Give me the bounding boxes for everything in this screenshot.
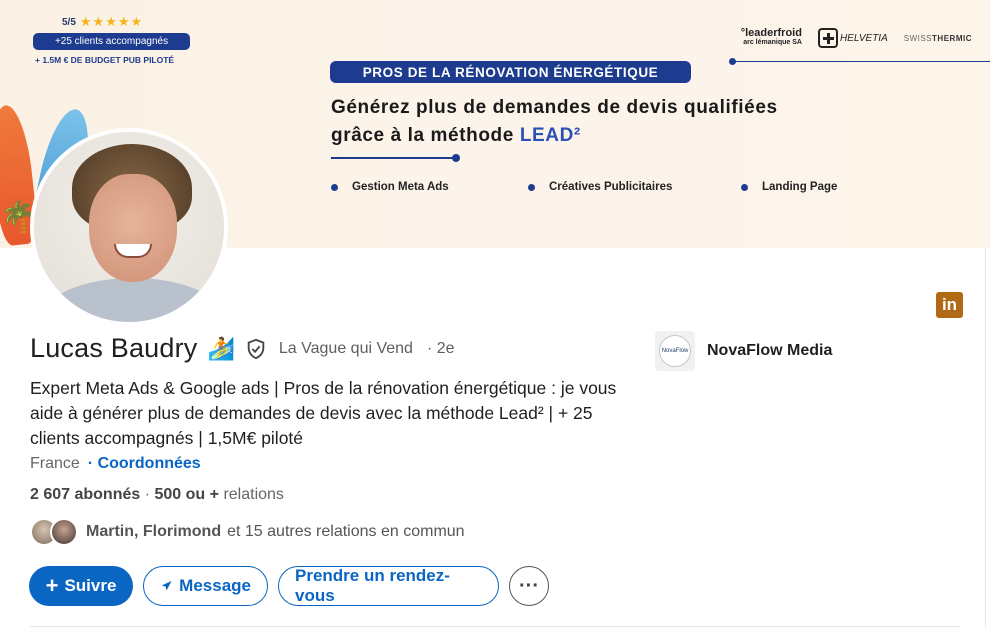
profile-headline: Expert Meta Ads & Google ads | Pros de l… xyxy=(30,378,617,448)
profile-organization[interactable]: La Vague qui Vend xyxy=(279,340,413,358)
banner-pill-title: PROS DE LA RÉNOVATION ÉNERGÉTIQUE xyxy=(330,61,691,83)
relations-label: relations xyxy=(223,486,284,503)
helvetia-logo: HELVETIA xyxy=(817,28,888,48)
client-logos: °leaderfroid arc lémanique SA HELVETIA S… xyxy=(741,28,972,48)
divider xyxy=(732,61,990,62)
plus-icon: + xyxy=(45,573,59,598)
shield-check-icon[interactable] xyxy=(245,338,267,360)
star-rating-icon: ★★★★★ xyxy=(79,14,144,29)
swissthermic-logo: SWISSTHERMIC xyxy=(903,33,972,43)
mutual-connections[interactable]: Martin, Florimond et 15 autres relations… xyxy=(30,518,465,546)
budget-text: + 1.5M € DE BUDGET PUB PILOTÉ xyxy=(35,55,175,65)
bullet-dot-icon xyxy=(331,183,338,191)
leaderfroid-logo: °leaderfroid arc lémanique SA xyxy=(740,27,802,47)
contact-info-link[interactable]: · Coordonnées xyxy=(88,455,201,473)
followers-row[interactable]: 2 607 abonnés · 500 ou + relations xyxy=(30,486,284,504)
divider-dot xyxy=(452,154,460,162)
location: France xyxy=(30,455,80,472)
divider xyxy=(331,157,456,159)
banner-bullet: Créatives Publicitaires xyxy=(528,181,672,193)
mutual-avatars xyxy=(30,518,80,546)
more-icon: ··· xyxy=(519,574,539,597)
banner-bullet: Gestion Meta Ads xyxy=(331,181,449,193)
linkedin-icon[interactable]: in xyxy=(936,292,963,318)
swiss-cross-icon xyxy=(817,28,838,48)
avatar xyxy=(50,518,78,546)
mutual-names: Martin, Florimond xyxy=(86,523,222,540)
follow-button[interactable]: + Suivre xyxy=(29,566,133,606)
relations-count: 500 ou + xyxy=(154,486,219,503)
connection-degree: · 2e xyxy=(426,339,455,357)
message-button[interactable]: Message xyxy=(143,566,268,606)
location-row: France · Coordonnées xyxy=(30,455,201,473)
book-appointment-button[interactable]: Prendre un rendez-vous xyxy=(278,566,499,606)
company-logo[interactable]: NovaFlow xyxy=(655,331,695,371)
surfer-emoji-icon: 🏄 xyxy=(207,335,235,361)
rating: 5/5 ★★★★★ xyxy=(62,14,143,30)
profile-name: Lucas Baudry xyxy=(30,333,198,363)
banner-bullet: Landing Page xyxy=(741,181,837,193)
followers-count: 2 607 abonnés xyxy=(30,486,141,503)
profile-avatar[interactable] xyxy=(30,128,228,326)
more-actions-button[interactable]: ··· xyxy=(509,566,549,606)
bullet-dot-icon xyxy=(528,183,535,191)
divider xyxy=(985,248,986,628)
banner-headline: Générez plus de demandes de devis qualif… xyxy=(331,97,778,146)
profile-card: 🌴 5/5 ★★★★★ +25 clients accompagnés + 1.… xyxy=(0,0,990,628)
send-icon xyxy=(161,581,172,591)
bullet-dot-icon xyxy=(741,183,748,191)
profile-actions: + Suivre Message Prendre un rendez-vous … xyxy=(29,566,549,606)
divider-dot xyxy=(729,58,736,65)
mutual-rest: et 15 autres relations en commun xyxy=(227,523,465,540)
current-company[interactable]: NovaFlow NovaFlow Media xyxy=(655,331,832,371)
name-row: Lucas Baudry 🏄 La Vague qui Vend · 2e xyxy=(30,333,455,364)
rating-score: 5/5 xyxy=(62,16,76,28)
company-name[interactable]: NovaFlow Media xyxy=(707,342,832,360)
clients-pill: +25 clients accompagnés xyxy=(33,33,190,50)
divider xyxy=(30,626,960,627)
